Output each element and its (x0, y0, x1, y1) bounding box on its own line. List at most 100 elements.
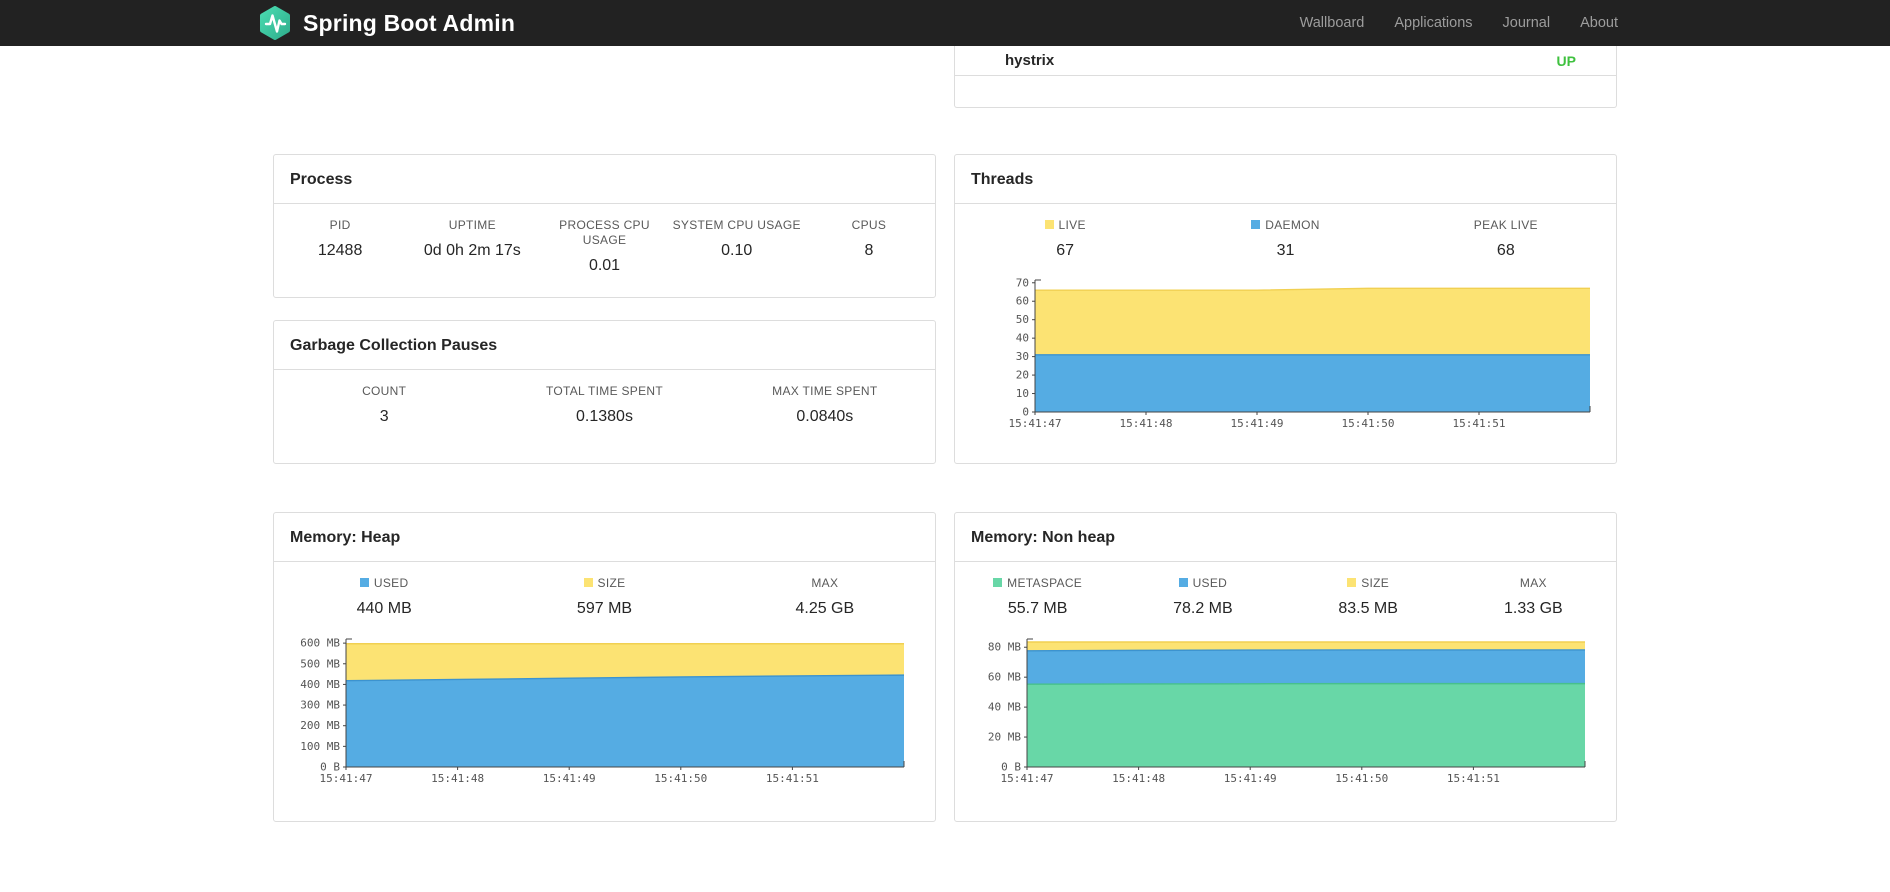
svg-text:300 MB: 300 MB (300, 699, 340, 712)
nav-item-applications[interactable]: Applications (1394, 15, 1472, 31)
navbar: Spring Boot Admin Wallboard Applications… (0, 0, 1890, 46)
stat-process-cpu: PROCESS CPU USAGE 0.01 (538, 218, 670, 275)
stat-label: UPTIME (448, 218, 496, 232)
stat-label-text: USED (373, 576, 409, 590)
stat-heap-used: USED 440 MB (274, 576, 494, 618)
stat-label-text: DAEMON (1265, 218, 1320, 232)
gc-stats: COUNT 3 TOTAL TIME SPENT 0.1380s MAX TIM… (274, 384, 935, 426)
stat-label: TOTAL TIME SPENT (545, 384, 664, 398)
legend-swatch-live (1044, 220, 1054, 229)
right-column-top: hystrix UP (954, 46, 1617, 108)
stat-gc-count: COUNT 3 (274, 384, 494, 426)
svg-text:30: 30 (1016, 350, 1029, 363)
stat-label: LIVE (955, 218, 1175, 233)
stat-label: MAX (1519, 576, 1547, 590)
legend-swatch-daemon (1251, 220, 1261, 229)
svg-text:15:41:47: 15:41:47 (1001, 772, 1054, 785)
svg-text:15:41:50: 15:41:50 (654, 772, 707, 785)
nav-item-wallboard[interactable]: Wallboard (1300, 15, 1365, 31)
svg-text:70: 70 (1016, 276, 1029, 289)
svg-text:400 MB: 400 MB (300, 678, 340, 691)
stat-heap-size: SIZE 597 MB (494, 576, 714, 618)
stat-nonheap-size: SIZE 83.5 MB (1286, 576, 1451, 618)
process-stats: PID 12488 UPTIME 0d 0h 2m 17s PROCESS CP… (274, 218, 935, 275)
metrics-row-top: Process PID 12488 UPTIME 0d 0h 2m 17s PR… (273, 154, 1617, 464)
svg-text:15:41:51: 15:41:51 (1453, 417, 1506, 430)
stat-label: SYSTEM CPU USAGE (672, 218, 801, 232)
health-row-hystrix: hystrix UP (955, 46, 1616, 76)
svg-text:15:41:48: 15:41:48 (1120, 417, 1173, 430)
nav-item-journal[interactable]: Journal (1503, 15, 1551, 31)
stat-value: 55.7 MB (1007, 600, 1068, 617)
nav-item-about[interactable]: About (1580, 15, 1618, 31)
stat-value: 3 (379, 408, 389, 425)
metrics-row-bottom: Memory: Heap USED 440 MB SIZE 597 MB MAX… (273, 512, 1617, 822)
stat-label: SIZE (494, 576, 714, 591)
stat-label-text: USED (1192, 576, 1228, 590)
panel-title: Threads (955, 155, 1616, 204)
threads-chart: 01020304050607015:41:47 15:41:48 15:41:49 1… (1009, 276, 1591, 430)
svg-text:200 MB: 200 MB (300, 719, 340, 732)
stat-label: COUNT (362, 384, 407, 398)
svg-text:15:41:48: 15:41:48 (431, 772, 484, 785)
stat-label: METASPACE (955, 576, 1120, 591)
svg-text:15:41:50: 15:41:50 (1335, 772, 1388, 785)
stat-value: 8 (864, 242, 874, 259)
svg-text:15:41:51: 15:41:51 (766, 772, 819, 785)
stat-value: 0.01 (588, 257, 621, 274)
stat-value: 67 (1056, 242, 1075, 259)
panel-title: Memory: Heap (274, 513, 935, 562)
heap-legend: USED 440 MB SIZE 597 MB MAX 4.25 GB (274, 576, 935, 618)
svg-text:20: 20 (1016, 369, 1029, 382)
spring-boot-admin-logo-icon (260, 6, 290, 40)
stat-uptime: UPTIME 0d 0h 2m 17s (406, 218, 538, 275)
stat-daemon-threads: DAEMON 31 (1175, 218, 1395, 260)
svg-text:15:41:47: 15:41:47 (1009, 417, 1062, 430)
svg-text:40 MB: 40 MB (988, 701, 1021, 714)
svg-text:500 MB: 500 MB (300, 657, 340, 670)
left-column: Process PID 12488 UPTIME 0d 0h 2m 17s PR… (273, 154, 936, 464)
stat-cpus: CPUS 8 (803, 218, 935, 275)
legend-swatch-size (1347, 578, 1357, 587)
right-column: Threads LIVE 67 DAEMON 31 PEAK LIVE 68 0… (954, 154, 1617, 464)
stat-label: CPUS (851, 218, 887, 232)
stat-value: 1.33 GB (1504, 600, 1563, 617)
stat-nonheap-used: USED 78.2 MB (1120, 576, 1285, 618)
nonheap-legend: METASPACE 55.7 MB USED 78.2 MB SIZE 83.5… (955, 576, 1616, 618)
stat-value: 0d 0h 2m 17s (423, 242, 521, 259)
stat-system-cpu: SYSTEM CPU USAGE 0.10 (671, 218, 803, 275)
svg-text:15:41:48: 15:41:48 (1112, 772, 1165, 785)
health-row-wrapper: hystrix UP (273, 46, 1617, 108)
memory-heap-panel: Memory: Heap USED 440 MB SIZE 597 MB MAX… (273, 512, 936, 822)
svg-text:50: 50 (1016, 313, 1029, 326)
stat-label-text: SIZE (1361, 576, 1390, 590)
stat-value: 0.1380s (576, 408, 633, 425)
svg-text:15:41:49: 15:41:49 (1224, 772, 1277, 785)
svg-text:20 MB: 20 MB (988, 731, 1021, 744)
legend-swatch-used (1178, 578, 1188, 587)
svg-text:100 MB: 100 MB (300, 740, 340, 753)
main-content: hystrix UP Process PID 12488 UPTIME 0d 0… (273, 46, 1617, 822)
stat-label: DAEMON (1175, 218, 1395, 233)
process-panel: Process PID 12488 UPTIME 0d 0h 2m 17s PR… (273, 154, 936, 298)
svg-text:60: 60 (1016, 295, 1029, 308)
stat-label: PROCESS CPU USAGE (559, 218, 650, 247)
stat-pid: PID 12488 (274, 218, 406, 275)
stat-value: 4.25 GB (795, 600, 855, 617)
stat-label: MAX TIME SPENT (772, 384, 878, 398)
svg-text:15:41:49: 15:41:49 (1231, 417, 1284, 430)
stat-label: USED (274, 576, 494, 591)
memory-nonheap-panel: Memory: Non heap METASPACE 55.7 MB USED … (954, 512, 1617, 822)
svg-text:15:41:51: 15:41:51 (1447, 772, 1500, 785)
gc-pauses-panel: Garbage Collection Pauses COUNT 3 TOTAL … (273, 320, 936, 464)
stat-label: PEAK LIVE (1473, 218, 1538, 232)
stat-nonheap-max: MAX 1.33 GB (1451, 576, 1616, 618)
stat-metaspace: METASPACE 55.7 MB (955, 576, 1120, 618)
stat-value: 68 (1496, 242, 1515, 259)
health-indicator-name: hystrix (1005, 52, 1055, 69)
svg-text:15:41:50: 15:41:50 (1342, 417, 1395, 430)
brand-link[interactable]: Spring Boot Admin (258, 6, 515, 40)
stat-value: 0.0840s (796, 408, 854, 425)
stat-live-threads: LIVE 67 (955, 218, 1175, 260)
stat-value: 83.5 MB (1338, 600, 1398, 617)
